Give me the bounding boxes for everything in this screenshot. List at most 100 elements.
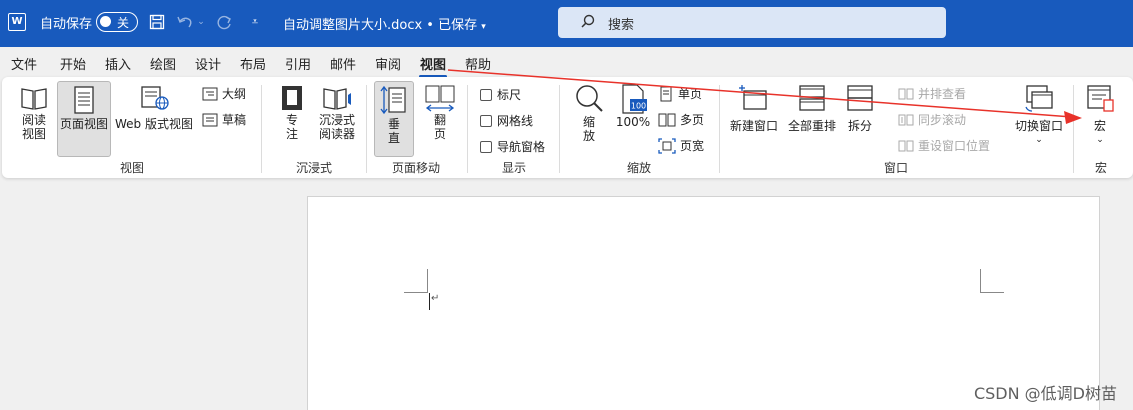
undo-icon[interactable] xyxy=(174,11,196,33)
reset-window-position-button[interactable]: 重设窗口位置 xyxy=(898,137,990,154)
watermark: CSDN @低调D树苗 xyxy=(973,384,1117,403)
save-icon[interactable] xyxy=(146,11,168,33)
reset-position-icon xyxy=(898,140,914,151)
macro-icon xyxy=(1087,85,1114,112)
side-to-side-icon xyxy=(425,85,455,112)
arrange-all-icon xyxy=(799,85,825,111)
undo-dropdown-icon[interactable]: ⌄ xyxy=(196,11,206,33)
ribbon-tabs: 文件 开始 插入 绘图 设计 布局 引用 邮件 审阅 视图 帮助 xyxy=(0,47,1133,78)
group-separator xyxy=(467,85,468,173)
multiple-pages-button[interactable]: 多页 xyxy=(658,111,704,128)
chevron-down-icon: ⌄ xyxy=(1096,135,1104,145)
chevron-down-icon: ⌄ xyxy=(1035,135,1043,145)
group-separator xyxy=(366,85,367,173)
zoom-button[interactable]: 缩 放 xyxy=(570,83,608,155)
page-icon xyxy=(74,86,94,114)
nav-pane-checkbox[interactable]: 导航窗格 xyxy=(480,138,545,155)
search-label: 搜索 xyxy=(608,18,635,33)
macros-button[interactable]: 宏 ⌄ xyxy=(1082,83,1118,155)
text-cursor xyxy=(429,293,430,310)
page-width-icon xyxy=(658,137,676,154)
ribbon-panel: 阅读 视图 页面视图 Web 版式视图 大纲 草稿 视图 专 注 沉浸式 阅读器… xyxy=(2,77,1133,178)
zoom-100-button[interactable]: 100 100% xyxy=(614,83,652,155)
view-side-by-side-button[interactable]: 并排查看 xyxy=(898,85,966,102)
tab-view[interactable]: 视图 xyxy=(418,54,448,78)
title-bar: W 自动保存 关 ⌄ ⩡ 自动调整图片大小.docx • 已保存 ▾ 搜索 xyxy=(0,0,1133,47)
redo-icon[interactable] xyxy=(214,11,236,33)
book-icon xyxy=(21,88,47,110)
focus-icon xyxy=(282,86,302,110)
checkbox-box xyxy=(480,140,492,153)
paragraph-mark-icon: ↵ xyxy=(431,293,440,304)
side-by-side-icon xyxy=(898,88,914,99)
group-separator xyxy=(559,85,560,173)
print-layout-button[interactable]: 页面视图 xyxy=(57,81,111,157)
one-page-button[interactable]: 单页 xyxy=(658,85,702,102)
tab-mailings[interactable]: 邮件 xyxy=(330,54,356,73)
read-mode-button[interactable]: 阅读 视图 xyxy=(12,83,56,155)
page-100-icon: 100 xyxy=(622,84,647,114)
web-layout-icon xyxy=(141,86,169,110)
tab-draw[interactable]: 绘图 xyxy=(150,54,176,73)
new-window-button[interactable]: 新建窗口 xyxy=(728,83,780,155)
immersive-reader-button[interactable]: 沉浸式 阅读器 xyxy=(312,83,362,155)
tab-references[interactable]: 引用 xyxy=(285,54,311,73)
search-box[interactable]: 搜索 xyxy=(558,7,946,38)
toggle-knob xyxy=(100,16,111,27)
gridlines-checkbox[interactable]: 网格线 xyxy=(480,112,533,129)
chevron-down-icon: ▾ xyxy=(481,22,486,32)
group-label-immersive: 沉浸式 xyxy=(296,161,333,175)
autosave-label: 自动保存 xyxy=(40,17,93,32)
outline-button[interactable]: 大纲 xyxy=(202,85,246,102)
switch-windows-icon xyxy=(1025,85,1053,112)
side-to-side-button[interactable]: 翻 页 xyxy=(420,83,460,155)
document-title[interactable]: 自动调整图片大小.docx • 已保存 ▾ xyxy=(283,14,486,33)
group-label-zoom: 缩放 xyxy=(627,161,652,175)
group-separator xyxy=(719,85,720,173)
tab-home[interactable]: 开始 xyxy=(60,54,86,73)
ruler-checkbox[interactable]: 标尺 xyxy=(480,86,521,103)
vertical-scroll-icon xyxy=(380,85,406,115)
group-label-page-movement: 页面移动 xyxy=(392,161,441,175)
group-separator xyxy=(1073,85,1074,173)
one-page-icon xyxy=(660,86,672,101)
multiple-pages-icon xyxy=(658,113,676,126)
page-width-button[interactable]: 页宽 xyxy=(658,137,704,154)
draft-button[interactable]: 草稿 xyxy=(202,111,246,128)
tab-design[interactable]: 设计 xyxy=(195,54,221,73)
group-label-macros: 宏 xyxy=(1095,161,1108,175)
autosave-state: 关 xyxy=(117,16,130,30)
split-button[interactable]: 拆分 xyxy=(842,83,878,155)
document-page[interactable]: ↵ xyxy=(307,196,1100,410)
outline-icon xyxy=(202,87,218,100)
vertical-button[interactable]: 垂 直 xyxy=(374,81,414,157)
new-window-icon xyxy=(739,85,767,110)
word-app-icon: W xyxy=(8,13,26,31)
split-icon xyxy=(847,85,873,111)
zoom-100-badge: 100 xyxy=(631,102,646,111)
tab-layout[interactable]: 布局 xyxy=(240,54,266,73)
draft-icon xyxy=(202,113,218,126)
arrange-all-button[interactable]: 全部重排 xyxy=(784,83,840,155)
tab-help[interactable]: 帮助 xyxy=(465,54,491,73)
checkbox-box xyxy=(480,88,492,101)
autosave-toggle[interactable]: 关 xyxy=(96,12,138,32)
tab-insert[interactable]: 插入 xyxy=(105,54,131,73)
search-icon xyxy=(581,14,595,28)
customize-toolbar-icon[interactable]: ⩡ xyxy=(244,11,266,33)
focus-button[interactable]: 专 注 xyxy=(274,83,310,155)
magnifier-icon xyxy=(576,85,603,112)
switch-windows-button[interactable]: 切换窗口 ⌄ xyxy=(1010,83,1068,155)
sync-scroll-icon xyxy=(898,114,914,125)
tab-review[interactable]: 审阅 xyxy=(375,54,401,73)
group-label-views: 视图 xyxy=(120,161,145,175)
crop-mark-top-left xyxy=(404,269,428,293)
tab-file[interactable]: 文件 xyxy=(11,54,37,73)
web-layout-button[interactable]: Web 版式视图 xyxy=(112,83,196,155)
checkbox-box xyxy=(480,114,492,127)
group-label-show: 显示 xyxy=(502,161,527,175)
synchronous-scrolling-button[interactable]: 同步滚动 xyxy=(898,111,966,128)
crop-mark-top-right xyxy=(980,269,1004,293)
group-separator xyxy=(261,85,262,173)
immersive-reader-icon xyxy=(323,88,351,110)
